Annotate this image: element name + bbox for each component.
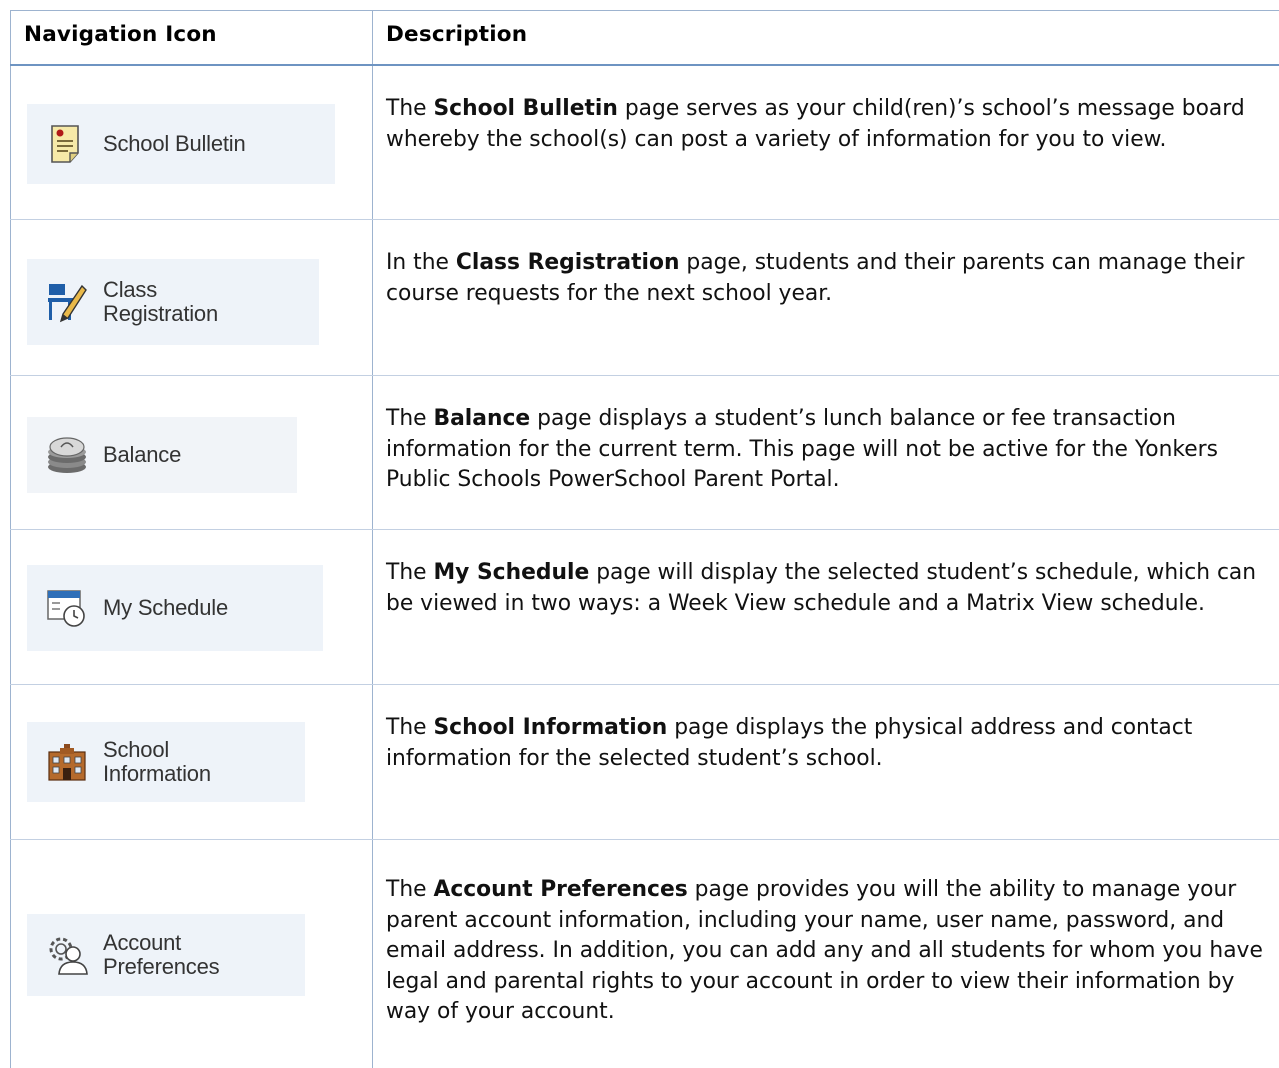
coins-icon [45,433,89,477]
bulletin-icon [45,122,89,166]
my-schedule-button[interactable]: My Schedule [27,565,323,651]
class-registration-button[interactable]: Class Registration [27,259,319,345]
table-row: Class Registration In the Class Registra… [10,220,1279,375]
account-preferences-description: The Account Preferences page provides yo… [386,877,1263,1024]
table-top-border [10,10,1279,11]
account-preferences-label: Account Preferences [103,930,220,979]
class-registration-description: In the Class Registration page, students… [386,250,1245,306]
account-preferences-button[interactable]: Account Preferences [27,914,305,996]
balance-button[interactable]: Balance [27,417,297,493]
table-row: Balance The Balance page displays a stud… [10,376,1279,529]
navigation-icon-table: Navigation Icon Description School Bulle… [10,10,1279,1068]
school-building-icon [45,740,89,784]
table-row: My Schedule The My Schedule page will di… [10,530,1279,684]
school-bulletin-button[interactable]: School Bulletin [27,104,335,184]
class-registration-icon [45,280,89,324]
column-header-navigation-icon: Navigation Icon [24,22,217,47]
school-information-button[interactable]: School Information [27,722,305,802]
class-registration-label: Class Registration [103,277,218,326]
table-row: School Information The School Informatio… [10,685,1279,839]
balance-description: The Balance page displays a student’s lu… [386,406,1218,492]
table-row: School Bulletin The School Bulletin page… [10,66,1279,219]
school-information-label: School Information [103,737,211,786]
school-information-description: The School Information page displays the… [386,715,1193,771]
table-row: Account Preferences The Account Preferen… [10,840,1279,1068]
school-bulletin-description: The School Bulletin page serves as your … [386,96,1245,152]
my-schedule-description: The My Schedule page will display the se… [386,560,1257,616]
calendar-clock-icon [45,586,89,630]
my-schedule-label: My Schedule [103,595,228,620]
school-bulletin-label: School Bulletin [103,131,246,156]
balance-label: Balance [103,442,182,467]
account-gear-icon [45,933,89,977]
column-header-description: Description [386,22,528,47]
